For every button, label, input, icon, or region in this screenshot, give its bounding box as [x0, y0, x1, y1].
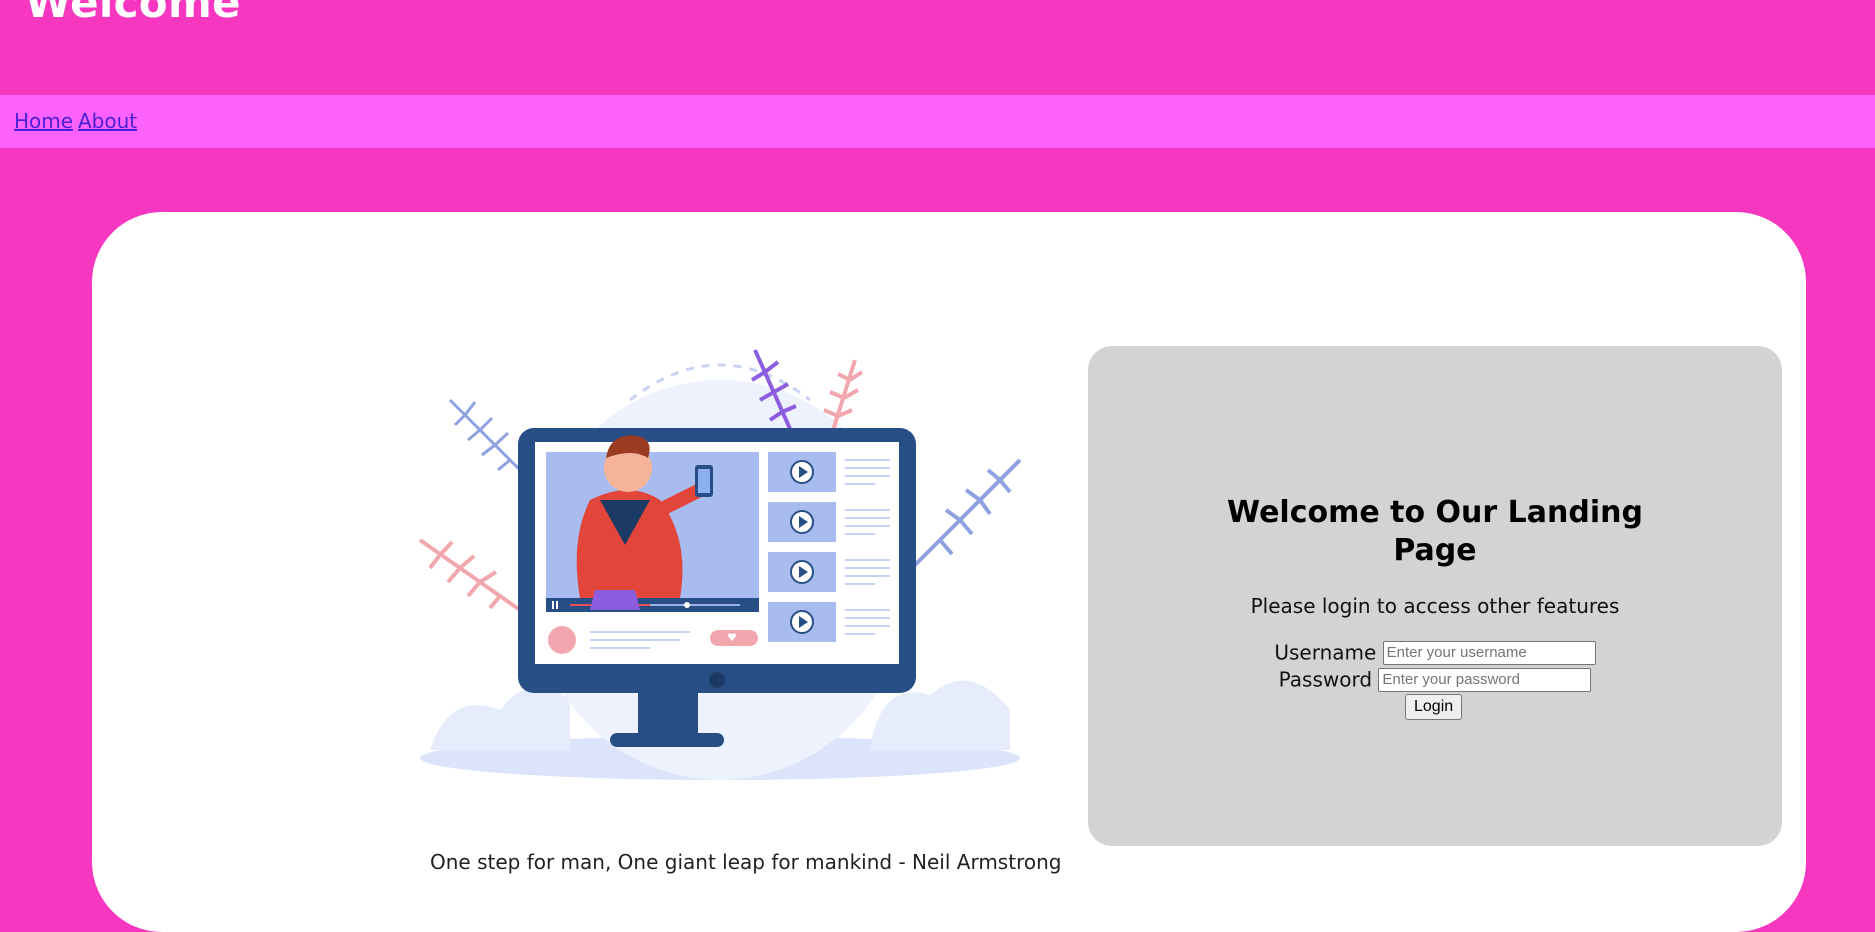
login-heading: Welcome to Our Landing Page: [1227, 495, 1643, 568]
site-header: Welcome: [0, 0, 1875, 95]
page-title: Welcome: [25, 0, 241, 27]
password-label: Password: [1278, 667, 1373, 692]
login-button[interactable]: Login: [1405, 694, 1463, 720]
password-row: Password: [1088, 666, 1782, 692]
username-row: Username: [1088, 639, 1782, 665]
login-panel: Welcome to Our Landing Page Please login…: [1088, 346, 1782, 846]
nav-link-home[interactable]: Home: [14, 109, 73, 133]
nav-link-about[interactable]: About: [78, 109, 137, 133]
navbar: Home About: [0, 95, 1875, 148]
password-input[interactable]: [1378, 667, 1592, 692]
hero-quote: One step for man, One giant leap for man…: [430, 850, 1062, 874]
username-label: Username: [1274, 640, 1377, 665]
username-input[interactable]: [1382, 640, 1596, 665]
video-streaming-illustration: [418, 349, 1022, 780]
login-subtitle: Please login to access other features: [1250, 594, 1620, 618]
